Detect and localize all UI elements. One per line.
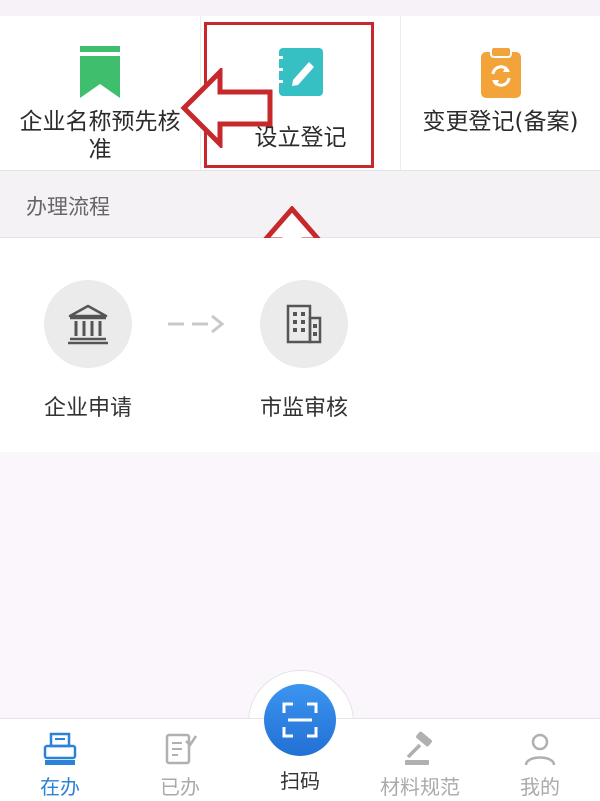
tab-label: 我的: [520, 775, 560, 799]
gavel-icon: [405, 731, 432, 765]
step-icon-circle: [44, 280, 132, 368]
scan-icon: [282, 702, 318, 738]
section-title: 办理流程: [26, 195, 110, 219]
service-name-precheck[interactable]: 企业名称预先核准: [0, 16, 200, 170]
tab-label: 已办: [160, 775, 200, 799]
tab-pending[interactable]: 在办: [0, 719, 120, 801]
scan-button[interactable]: [264, 684, 336, 756]
process-flow: 企业申请 市监审核: [0, 238, 600, 452]
dashed-arrow-icon: [168, 314, 225, 334]
service-grid: 企业名称预先核准 设立登记 变更登记(备案): [0, 16, 600, 171]
tab-label: 在办: [40, 775, 80, 799]
service-label: 变更登记(备案): [422, 109, 579, 135]
process-step-apply: 企业申请: [18, 280, 158, 422]
step-label: 市监审核: [259, 396, 348, 421]
bank-building-icon: [68, 304, 108, 345]
step-icon-circle: [260, 280, 348, 368]
tab-label: 材料规范: [380, 775, 460, 799]
clipboard-refresh-icon: [480, 46, 521, 98]
tab-label: 扫码: [280, 769, 320, 793]
checked-doc-icon: [165, 733, 198, 765]
top-strip: [0, 0, 600, 16]
tab-profile[interactable]: 我的: [480, 719, 600, 801]
printer-icon: [43, 732, 77, 765]
service-label: 企业名称预先核准: [19, 109, 181, 163]
service-change-registration[interactable]: 变更登记(备案): [400, 16, 600, 170]
user-icon: [524, 733, 556, 766]
step-label: 企业申请: [43, 396, 132, 421]
tab-material-standards[interactable]: 材料规范: [360, 719, 480, 801]
process-step-review: 市监审核: [234, 280, 374, 422]
notebook-pen-icon: [276, 48, 323, 96]
tab-completed[interactable]: 已办: [120, 719, 240, 801]
annotation-arrow-left-icon: [180, 68, 273, 148]
office-building-icon: [286, 304, 322, 344]
bookmark-icon: [80, 46, 120, 98]
